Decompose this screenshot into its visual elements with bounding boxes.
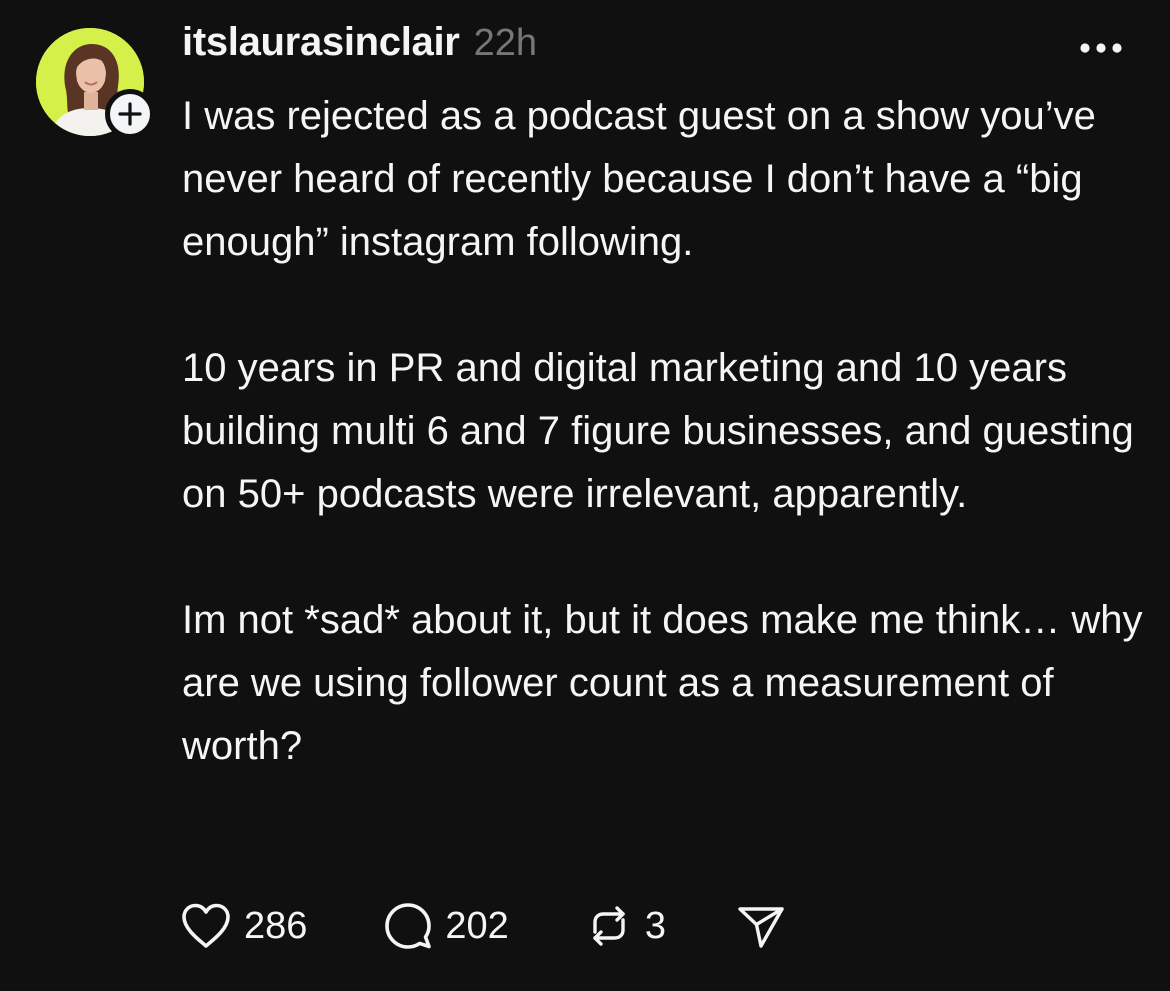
- username[interactable]: itslaurasinclair: [182, 20, 460, 65]
- post-paragraph: Im not *sad* about it, but it does make …: [182, 598, 1143, 768]
- post-header: itslaurasinclair 22h: [182, 20, 537, 80]
- repost-count: 3: [644, 904, 666, 947]
- avatar-container: [36, 28, 155, 139]
- plus-icon: [117, 101, 143, 127]
- repost-icon: [585, 902, 633, 950]
- reply-count: 202: [445, 904, 509, 947]
- ellipsis-icon: [1079, 42, 1123, 54]
- heart-icon: [180, 902, 232, 950]
- paper-plane-icon: [736, 901, 786, 951]
- like-button[interactable]: 286: [180, 902, 307, 950]
- thread-post: itslaurasinclair 22h I was rejected as a…: [0, 0, 1170, 991]
- post-paragraph: 10 years in PR and digital marketing and…: [182, 346, 1134, 516]
- more-options-button[interactable]: [1076, 30, 1126, 66]
- speech-bubble-icon: [383, 901, 433, 951]
- share-button[interactable]: [736, 901, 786, 951]
- follow-button[interactable]: [105, 89, 155, 139]
- post-timestamp: 22h: [473, 22, 537, 64]
- post-body: I was rejected as a podcast guest on a s…: [182, 85, 1147, 841]
- repost-button[interactable]: 3: [585, 902, 666, 950]
- like-count: 286: [244, 904, 308, 947]
- post-actions: 286 202 3: [180, 898, 786, 954]
- post-paragraph: I was rejected as a podcast guest on a s…: [182, 94, 1096, 264]
- reply-button[interactable]: 202: [383, 901, 509, 951]
